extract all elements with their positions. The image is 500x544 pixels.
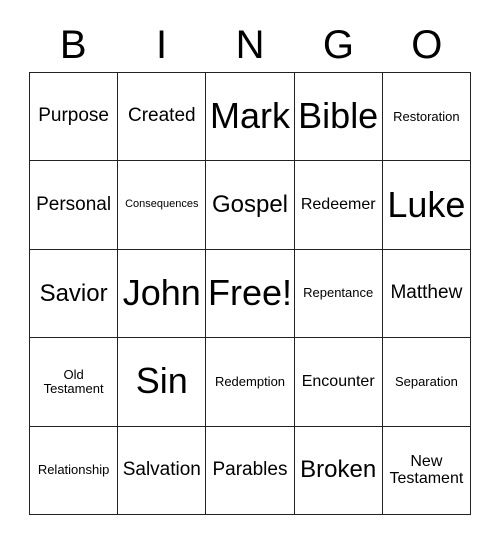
bingo-cell[interactable]: Redeemer: [294, 161, 383, 250]
bingo-cell[interactable]: Savior: [30, 249, 119, 339]
bingo-cell-label: Relationship: [37, 462, 110, 478]
bingo-cell-label: Sin: [135, 360, 188, 402]
bingo-cell[interactable]: Restoration: [382, 73, 471, 162]
bingo-cell-label: Mark: [209, 95, 290, 137]
bingo-cell-label: Consequences: [125, 198, 199, 211]
bingo-header-letter-n: N: [235, 23, 265, 67]
bingo-cell-label: Created: [127, 105, 196, 127]
bingo-cell[interactable]: Mark: [206, 73, 295, 162]
bingo-cell[interactable]: Created: [118, 73, 207, 162]
bingo-cell-label: Bible: [298, 95, 379, 137]
bingo-cell[interactable]: Encounter: [294, 338, 383, 427]
bingo-cell[interactable]: Sin: [118, 338, 207, 427]
bingo-cell[interactable]: John: [118, 249, 207, 339]
bingo-cell-label: Salvation: [122, 459, 201, 481]
bingo-cell-label: Savior: [39, 279, 108, 307]
bingo-cell[interactable]: Personal: [30, 161, 119, 250]
bingo-cell-label: Repentance: [303, 285, 374, 301]
bingo-cell-label: Redeemer: [300, 196, 376, 214]
bingo-cell-label: Gospel: [211, 191, 289, 219]
bingo-cell-label: Luke: [387, 183, 466, 225]
bingo-header-letter-o: O: [411, 23, 443, 67]
bingo-cell[interactable]: Purpose: [30, 73, 119, 162]
bingo-cell[interactable]: Luke: [382, 161, 471, 250]
bingo-cell-label: New Testament: [389, 453, 464, 488]
bingo-cell-label: Redemption: [214, 373, 286, 389]
bingo-card: B I N G O Purpose Created Mark Bible Restoration…: [0, 0, 500, 544]
bingo-cell-label: Broken: [300, 456, 377, 484]
bingo-cell[interactable]: Bible: [294, 73, 383, 162]
bingo-cell-label: Old Testament: [43, 366, 104, 396]
bingo-header-letter-g: G: [322, 23, 354, 67]
bingo-cell-label: Free!: [207, 272, 293, 314]
bingo-cell[interactable]: Redemption: [206, 338, 295, 427]
bingo-cell[interactable]: Separation: [382, 338, 471, 427]
bingo-header: BINGO: [29, 18, 471, 72]
bingo-cell[interactable]: Relationship: [30, 426, 119, 515]
bingo-cell-label: Parables: [212, 459, 288, 481]
bingo-cell[interactable]: Consequences: [118, 161, 207, 250]
bingo-cell[interactable]: Matthew: [382, 249, 471, 339]
bingo-cell[interactable]: Broken: [294, 426, 383, 515]
bingo-header-letter-b: B: [59, 23, 87, 67]
bingo-cell[interactable]: Free!: [206, 249, 295, 339]
bingo-cell[interactable]: Salvation: [118, 426, 207, 515]
bingo-cell[interactable]: Repentance: [294, 249, 383, 339]
bingo-cell[interactable]: Parables: [206, 426, 295, 515]
bingo-cell-label: Separation: [394, 373, 458, 389]
bingo-cell[interactable]: Old Testament: [30, 338, 119, 427]
bingo-cell-label: Restoration: [393, 108, 460, 124]
bingo-cell[interactable]: Gospel: [206, 161, 295, 250]
bingo-cell-label: Purpose: [38, 105, 109, 127]
bingo-cell-label: Encounter: [301, 373, 375, 391]
bingo-grid: Purpose Created Mark Bible Restoration Person…: [29, 72, 471, 515]
bingo-cell-label: Matthew: [390, 282, 463, 304]
bingo-cell[interactable]: New Testament: [382, 426, 471, 515]
bingo-cell-label: Personal: [36, 193, 112, 215]
bingo-cell-label: John: [122, 272, 201, 314]
bingo-header-letter-i: I: [156, 23, 168, 67]
